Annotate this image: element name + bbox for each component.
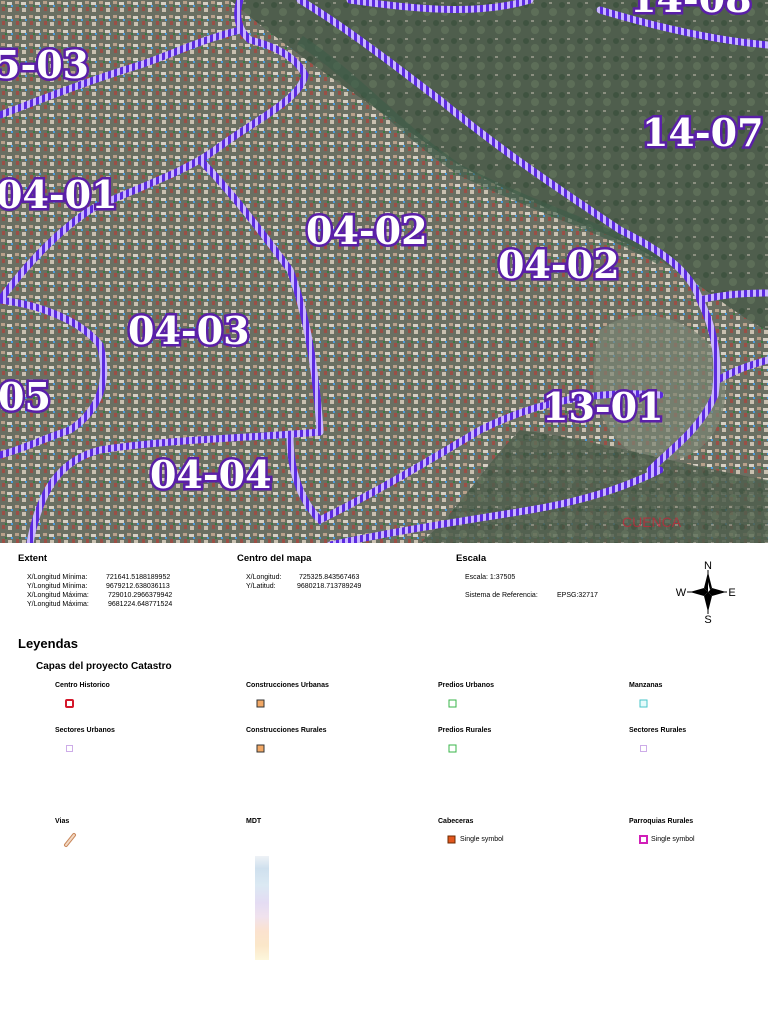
zone-label: 05 — [0, 374, 51, 419]
legend-square-icon — [639, 835, 648, 844]
legend-line-icon — [64, 833, 76, 847]
legend-item-label: Manzanas — [629, 682, 663, 689]
map-watermark: CUENCA — [622, 514, 682, 530]
extent-xmax-value: 729010.2966379942 — [108, 592, 173, 599]
compass-east: E — [728, 587, 735, 599]
compass-west: W — [676, 587, 687, 599]
legend-item-cabeceras: Cabeceras Single symbol — [438, 818, 504, 844]
extent-xmin-label: X/Longitud Mínima: — [27, 574, 88, 581]
legend-title: Leyendas — [18, 636, 78, 651]
legend-item-label: Parroquias Rurales — [629, 818, 694, 825]
map-canvas: 5-03 14-08 14-07 04-01 04-02 04-02 04-03… — [0, 0, 768, 543]
legend-item-parroquias-rurales: Parroquias Rurales Single symbol — [629, 818, 695, 844]
center-y-value: 9680218.713789249 — [297, 583, 362, 590]
srs-values: Sistema de Referencia: EPSG:32717 — [465, 591, 598, 600]
legend-item-predios-urbanos: Predios Urbanos — [438, 682, 495, 708]
legend-square-icon — [447, 835, 456, 844]
legend-item-vias: Vias — [55, 818, 76, 847]
legend-symbol-label: Single symbol — [460, 836, 504, 843]
legend-symbol-label: Single symbol — [651, 836, 695, 843]
zone-label: 14-08 — [630, 0, 752, 21]
extent-values: X/Longitud Mínima: 721641.5188189952 Y/Lo… — [27, 573, 172, 609]
zone-label: 04-01 — [0, 172, 118, 217]
extent-xmin-value: 721641.5188189952 — [106, 574, 171, 581]
north-arrow-icon: N S W E — [676, 560, 736, 624]
legend-item-sectores-urbanos: Sectores Urbanos — [55, 727, 115, 752]
legend-item-sectores-rurales: Sectores Rurales — [629, 727, 687, 752]
zone-label: 04-04 — [150, 452, 272, 497]
scale-values: Escala: 1:37505 — [465, 573, 515, 582]
legend-square-icon — [256, 744, 265, 753]
legend-item-label: Predios Rurales — [438, 727, 492, 734]
legend-square-icon — [448, 699, 457, 708]
legend-item-label: Sectores Urbanos — [55, 727, 115, 734]
legend-item-label: Construcciones Rurales — [246, 727, 327, 734]
extent-ymin-value: 9679212.638036113 — [106, 583, 170, 590]
map-view[interactable]: 5-03 14-08 14-07 04-01 04-02 04-02 04-03… — [0, 0, 768, 543]
legend-color-ramp — [255, 856, 269, 960]
zone-label: 14-07 — [642, 110, 764, 155]
zone-label: 13-01 — [542, 384, 664, 429]
compass-north: N — [704, 560, 712, 572]
center-values: X/Longitud: 725325.843567463 Y/Latitud: 96… — [246, 573, 361, 591]
legend-square-icon — [256, 699, 265, 708]
center-y-label: Y/Latitud: — [246, 583, 276, 590]
legend-item-mdt: MDT — [246, 818, 269, 960]
zone-label: 04-02 — [498, 242, 620, 287]
extent-ymax-value: 9681224.648771524 — [108, 601, 173, 608]
legend-subtitle: Capas del proyecto Catastro — [36, 661, 172, 672]
extent-xmax-label: X/Longitud Máxima: — [27, 592, 89, 599]
legend-item-manzanas: Manzanas — [629, 682, 663, 708]
scale-label: Escala: — [465, 574, 488, 581]
legend-item-label: Centro Historico — [55, 682, 110, 689]
srs-value: EPSG:32717 — [557, 592, 598, 599]
center-title: Centro del mapa — [237, 553, 312, 564]
zone-label: 04-03 — [128, 308, 250, 353]
legend-item-label: Sectores Rurales — [629, 727, 687, 734]
zone-label: 5-03 — [0, 42, 89, 87]
compass-south: S — [704, 614, 711, 624]
legend-item-label: Predios Urbanos — [438, 682, 495, 689]
srs-label: Sistema de Referencia: — [465, 592, 538, 599]
zone-label: 04-02 — [306, 208, 428, 253]
center-x-label: X/Longitud: — [246, 574, 282, 581]
legend-dotted-square-icon — [66, 745, 73, 752]
legend-item-label: Cabeceras — [438, 818, 474, 825]
legend-item-label: Vias — [55, 818, 70, 825]
legend-dotted-square-icon — [640, 745, 647, 752]
legend-item-centro-historico: Centro Historico — [55, 682, 110, 708]
legend-item-predios-rurales: Predios Rurales — [438, 727, 492, 753]
center-x-value: 725325.843567463 — [299, 574, 360, 581]
legend-square-icon — [448, 744, 457, 753]
legend-square-icon — [65, 699, 74, 708]
legend-item-label: Construcciones Urbanas — [246, 682, 329, 689]
scale-title: Escala — [456, 553, 487, 564]
legend-square-icon — [639, 699, 648, 708]
scale-value: 1:37505 — [489, 574, 516, 581]
legend-item-label: MDT — [246, 818, 262, 825]
legend-item-construcciones-urbanas: Construcciones Urbanas — [246, 682, 329, 708]
extent-title: Extent — [18, 553, 48, 564]
legend-item-construcciones-rurales: Construcciones Rurales — [246, 727, 327, 753]
extent-ymin-label: Y/Longitud Mínima: — [27, 583, 88, 590]
extent-ymax-label: Y/Longitud Máxima: — [27, 601, 89, 608]
